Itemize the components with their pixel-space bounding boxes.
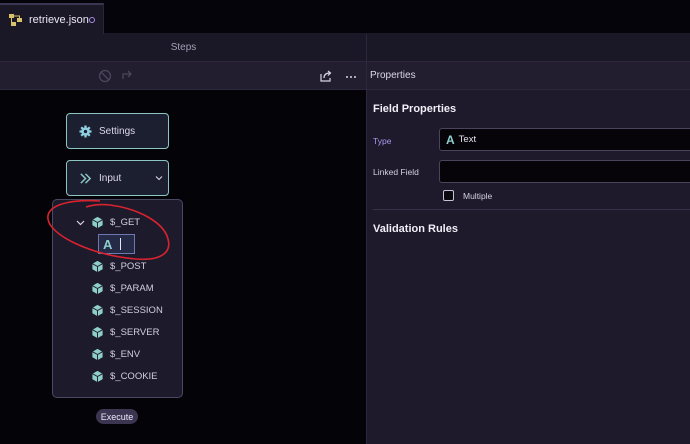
- properties-header-bar: [367, 34, 690, 61]
- linked-field-input[interactable]: [439, 160, 690, 183]
- cube-icon: [92, 348, 103, 360]
- tree-item-cookie[interactable]: $_COOKIE: [91, 369, 158, 383]
- overflow-dots-icon: [580, 0, 690, 4]
- input-variables-panel: $_GET A $_POST $_PARAM $_SESSION $_SERVE…: [52, 199, 183, 398]
- steps-toolbar: [0, 61, 367, 90]
- settings-label: Settings: [99, 125, 136, 137]
- type-select[interactable]: A Text: [439, 128, 690, 151]
- properties-titlebar: Properties: [367, 61, 690, 90]
- tree-item-label: $_ENV: [110, 348, 141, 360]
- properties-body: Field Properties Type A Text Linked Fiel…: [367, 90, 690, 444]
- tree-item-label: $_SERVER: [110, 326, 160, 338]
- cube-icon: [92, 216, 103, 228]
- text-caret: [120, 238, 122, 250]
- tree-item-session[interactable]: $_SESSION: [91, 303, 163, 317]
- chevron-down-icon[interactable]: [155, 174, 163, 182]
- type-value: Text: [458, 134, 477, 145]
- multiple-checkbox[interactable]: [443, 190, 454, 201]
- section-divider: [373, 209, 690, 210]
- disable-icon[interactable]: [98, 69, 112, 83]
- input-label: Input: [99, 172, 122, 184]
- cube-icon: [92, 260, 103, 272]
- flow-icon: [9, 13, 22, 26]
- tree-item-post[interactable]: $_POST: [91, 259, 146, 273]
- input-node[interactable]: Input: [66, 160, 169, 196]
- tree-item-label: $_COOKIE: [110, 370, 158, 382]
- multiple-label: Multiple: [463, 191, 493, 201]
- tree-item-label: $_POST: [110, 260, 147, 272]
- tree-item-label: $_GET: [110, 216, 141, 228]
- chevron-down-icon[interactable]: [76, 218, 85, 227]
- tree-item-param[interactable]: $_PARAM: [91, 281, 154, 295]
- tab-title: retrieve.json: [29, 13, 89, 26]
- settings-node[interactable]: Settings: [66, 113, 169, 149]
- steps-header-label: Steps: [170, 42, 197, 53]
- tree-item-server[interactable]: $_SERVER: [91, 325, 159, 339]
- tab-bar: retrieve.json: [0, 0, 690, 34]
- double-chevron-right-icon: [80, 172, 92, 184]
- validation-rules-heading: Validation Rules: [373, 223, 458, 235]
- cube-icon: [92, 326, 103, 338]
- execute-button[interactable]: Execute: [96, 409, 138, 424]
- tree-item-label: $_PARAM: [110, 282, 154, 294]
- tree-item-label: $_SESSION: [110, 304, 163, 316]
- field-properties-heading: Field Properties: [373, 103, 457, 115]
- tab-retrieve-json[interactable]: retrieve.json: [0, 3, 104, 34]
- text-type-icon: A: [103, 236, 113, 252]
- gear-icon: [79, 124, 92, 138]
- linked-field-label: Linked Field: [373, 167, 419, 177]
- execute-label: Execute: [100, 411, 134, 422]
- type-label: Type: [373, 136, 392, 146]
- forward-icon[interactable]: [121, 69, 135, 83]
- cube-icon: [92, 304, 103, 316]
- share-icon[interactable]: [319, 69, 333, 83]
- tree-item-env[interactable]: $_ENV: [91, 347, 140, 361]
- unsaved-dot-icon[interactable]: [89, 17, 95, 23]
- tree-item-get[interactable]: $_GET: [91, 215, 140, 229]
- cube-icon: [92, 370, 103, 382]
- properties-title: Properties: [370, 70, 416, 81]
- new-field-editor[interactable]: A: [98, 234, 135, 254]
- more-icon[interactable]: [344, 69, 358, 83]
- cube-icon: [92, 282, 103, 294]
- text-type-icon: A: [446, 132, 455, 147]
- steps-header: Steps: [0, 34, 367, 61]
